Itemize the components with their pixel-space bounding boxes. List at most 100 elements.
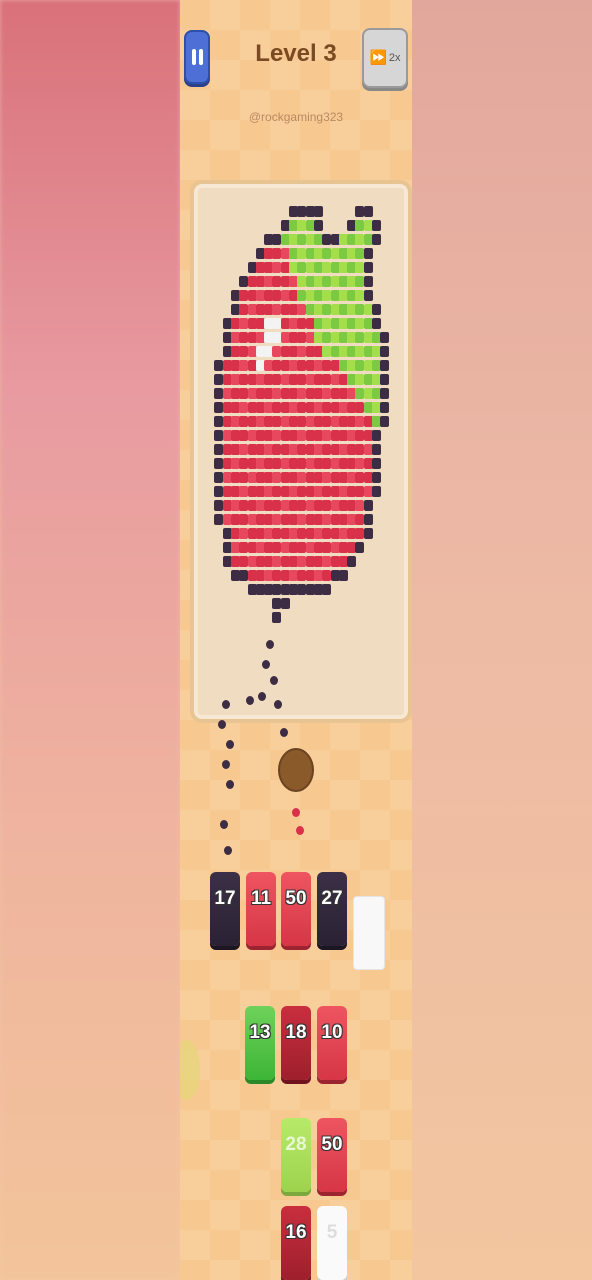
pixel-block: [214, 458, 224, 469]
pixel-block: [239, 472, 249, 483]
fast-forward-icon: ⏩: [369, 50, 387, 66]
pixel-block: [214, 472, 224, 483]
pixel-block: [214, 374, 224, 385]
pixel-block: [214, 416, 224, 427]
pixel-block: [372, 486, 381, 497]
pixel-block: [297, 402, 307, 413]
ant: [270, 676, 278, 685]
ant: [226, 780, 234, 789]
pixel-block: [363, 276, 373, 287]
ant: [218, 720, 226, 729]
pixel-block: [322, 570, 332, 581]
pixel-block: [214, 444, 224, 455]
pixel-block: [297, 248, 307, 259]
pixel-block: [322, 402, 332, 413]
pause-button[interactable]: [184, 30, 210, 84]
queue-tile[interactable]: 27: [317, 872, 347, 946]
pixel-block: [297, 486, 307, 497]
pixel-block: [297, 430, 307, 441]
pixel-block: [297, 542, 307, 553]
grid-tile[interactable]: 5: [317, 1206, 347, 1280]
queue-tile[interactable]: 11: [246, 872, 276, 946]
pixel-block: [313, 220, 323, 231]
pixel-block: [372, 430, 381, 441]
ant: [246, 696, 254, 705]
pixel-block: [380, 416, 390, 427]
grid-tile[interactable]: 28: [281, 1118, 311, 1192]
grid-tile[interactable]: 10: [317, 1006, 347, 1080]
queue-tile[interactable]: 50: [281, 872, 311, 946]
pixel-block: [322, 318, 332, 329]
pixel-block: [322, 542, 332, 553]
pixel-block: [272, 612, 282, 623]
right-blur-background: [412, 0, 592, 1280]
pixel-block: [297, 374, 307, 385]
pixel-block: [239, 346, 249, 357]
pixel-block: [380, 346, 390, 357]
pixel-block: [239, 556, 249, 567]
pixel-block: [239, 570, 249, 581]
pixel-block: [363, 248, 373, 259]
grid-tile[interactable]: 50: [317, 1118, 347, 1192]
pixel-block: [355, 542, 365, 553]
pixel-block: [297, 304, 307, 315]
ant: [222, 760, 230, 769]
pixel-block: [239, 514, 249, 525]
pixel-block: [322, 472, 332, 483]
pixel-block: [322, 346, 332, 357]
pixel-art-apple: [194, 184, 408, 719]
pixel-block: [239, 318, 249, 329]
pixel-block: [322, 486, 332, 497]
pixel-block: [239, 444, 249, 455]
pixel-block: [347, 556, 357, 567]
pixel-block: [297, 346, 307, 357]
pixel-block: [322, 360, 332, 371]
pixel-block: [380, 332, 390, 343]
pixel-block: [297, 262, 307, 273]
pixel-block: [239, 486, 249, 497]
pixel-block: [372, 304, 381, 315]
ant: [258, 692, 266, 701]
pixel-block: [372, 444, 381, 455]
pixel-block: [297, 206, 307, 217]
pixel-block: [322, 332, 332, 343]
pixel-block: [280, 598, 290, 609]
pixel-block: [322, 444, 332, 455]
pixel-block: [363, 290, 373, 301]
grid-tile[interactable]: 13: [245, 1006, 275, 1080]
pixel-block: [363, 514, 373, 525]
grid-tile[interactable]: 18: [281, 1006, 311, 1080]
pixel-block: [322, 500, 332, 511]
pixel-block: [322, 374, 332, 385]
ant: [226, 740, 234, 749]
pixel-block: [322, 528, 332, 539]
pixel-block: [297, 276, 307, 287]
pixel-block: [297, 234, 307, 245]
pixel-block: [239, 304, 249, 315]
speed-label: 2x: [388, 52, 401, 64]
pixel-block: [363, 528, 373, 539]
ant: [296, 826, 304, 835]
grid-tile[interactable]: 16: [281, 1206, 311, 1280]
left-blur-background: [0, 0, 180, 1280]
speed-button[interactable]: ⏩ 2x: [362, 28, 408, 88]
pixel-block: [239, 290, 249, 301]
pixel-block: [297, 528, 307, 539]
pixel-block: [297, 584, 307, 595]
pixel-block: [363, 500, 373, 511]
ant-hole: [278, 748, 314, 792]
pixel-block: [372, 472, 381, 483]
pixel-block: [380, 402, 390, 413]
pixel-block: [297, 332, 307, 343]
pixel-block: [297, 500, 307, 511]
pixel-block: [239, 388, 249, 399]
pixel-block: [214, 514, 224, 525]
pixel-block: [380, 388, 390, 399]
ant: [280, 728, 288, 737]
pixel-block: [297, 290, 307, 301]
pixel-block: [214, 360, 224, 371]
pixel-block: [322, 262, 332, 273]
pixel-block: [297, 416, 307, 427]
queue-tile[interactable]: 17: [210, 872, 240, 946]
pixel-block: [297, 360, 307, 371]
